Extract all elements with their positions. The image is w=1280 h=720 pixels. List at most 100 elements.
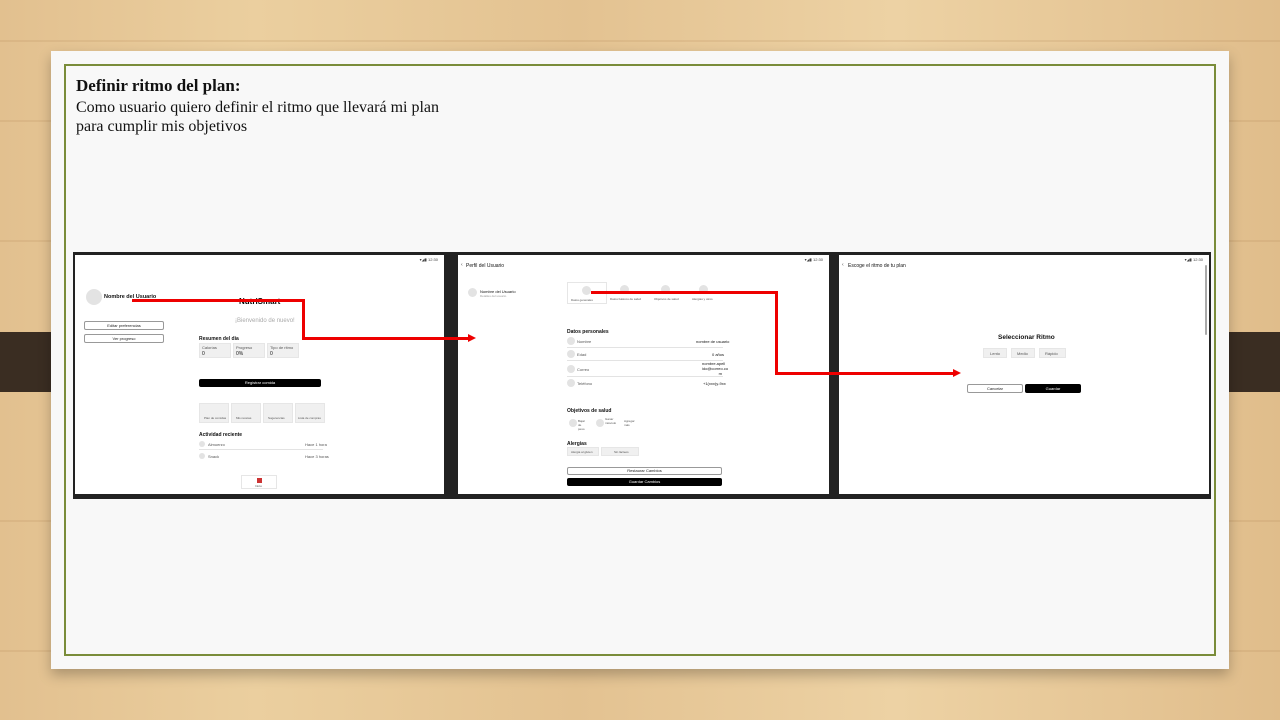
field-icon	[567, 379, 575, 387]
slide-title: Definir ritmo del plan:	[76, 76, 241, 95]
goal-option[interactable]: Agregar más	[624, 419, 636, 427]
stat-calories: Calorías 0	[199, 343, 231, 358]
quick-card[interactable]: Mis recetas	[231, 403, 261, 423]
field-label: Edad	[577, 352, 587, 357]
goal-option[interactable]: Bajar de peso	[578, 419, 588, 431]
header-title: Perfil del Usuario	[466, 263, 505, 269]
screen-home: ▾◢▮ 12:30 Nombre del Usuario NutriSmart …	[75, 255, 444, 494]
header-title: Escoge el ritmo de tu plan	[848, 263, 906, 269]
goal-icon	[596, 419, 604, 427]
flow-arrow	[302, 299, 305, 340]
select-rhythm-title: Seleccionar Ritmo	[998, 334, 1055, 341]
activity-name: Snack	[208, 454, 220, 459]
stat-value: 0%	[236, 351, 244, 357]
health-goals-title: Objetivos de salud	[567, 408, 612, 414]
activity-time: Hace 3 horas	[305, 454, 329, 459]
stat-label: Progreso	[236, 345, 253, 350]
stat-value: 0	[202, 351, 205, 357]
option-label: Medio	[1017, 351, 1028, 356]
home-icon[interactable]	[257, 478, 262, 483]
stat-value: 0	[270, 351, 273, 357]
nav-home-label: Inicio	[255, 484, 263, 488]
quick-card-label: Mis recetas	[236, 416, 252, 420]
activity-title: Actividad reciente	[199, 432, 243, 438]
flow-arrow	[775, 372, 953, 375]
scrollbar[interactable]	[1205, 265, 1207, 335]
field-value[interactable]: nombre.apell ido@correo.co m	[702, 361, 728, 376]
save-button[interactable]: Guardar	[1025, 384, 1081, 393]
flow-arrow	[775, 291, 778, 375]
goal-option[interactable]: Ganar músculo	[605, 417, 616, 425]
quick-card-label: Lista de compras	[298, 416, 321, 420]
avatar-icon	[468, 288, 477, 297]
field-label: Correo	[577, 367, 590, 372]
arrowhead-icon	[953, 369, 961, 377]
quick-card[interactable]: Sugerencias	[263, 403, 293, 423]
tab-allergies[interactable]: Alergias y otros	[692, 297, 713, 301]
view-progress-button[interactable]: Ver progreso	[84, 334, 164, 343]
status-bar: ▾◢▮ 12:30	[419, 257, 438, 262]
save-changes-button[interactable]: Guardar Cambios	[567, 478, 722, 486]
rhythm-option-fast[interactable]: Rápido	[1039, 348, 1066, 358]
rhythm-option-slow[interactable]: Lento	[983, 348, 1007, 358]
register-meal-button[interactable]: Registrar comida	[199, 379, 321, 387]
activity-time: Hace 1 hora	[305, 442, 327, 447]
field-value[interactable]: +1(xxx)y-9xx	[703, 381, 726, 386]
flow-arrow	[302, 337, 468, 340]
quick-card-label: Sugerencias	[268, 416, 285, 420]
divider	[567, 376, 723, 377]
field-value[interactable]: 0 años	[712, 352, 724, 357]
wood-texture	[0, 40, 1280, 42]
slide-description: Como usuario quiero definir el ritmo que…	[76, 99, 440, 135]
personal-data-title: Datos personales	[567, 329, 609, 335]
field-label: Nombre	[577, 339, 592, 344]
tab-goals[interactable]: Objetivos de salud	[654, 297, 679, 301]
allergy-label: Sin lácteos	[614, 450, 629, 454]
welcome-text: ¡Bienvenido de nuevo!	[235, 318, 295, 324]
field-icon	[567, 365, 575, 373]
allergy-label: Alergia al gluten	[571, 450, 593, 454]
stat-label: Calorías	[202, 345, 217, 350]
user-subtitle: Detalles del usuario	[480, 294, 507, 298]
flow-arrow	[132, 299, 304, 302]
back-arrow-icon[interactable]: ‹	[842, 262, 844, 268]
field-value[interactable]: nombre de usuario	[696, 339, 729, 344]
option-label: Lento	[990, 351, 1001, 356]
activity-icon	[199, 441, 205, 447]
field-label: Teléfono	[577, 381, 593, 386]
edit-preferences-button[interactable]: Editar preferencias	[84, 321, 164, 330]
allergy-chip[interactable]: Alergia al gluten	[567, 447, 599, 456]
status-bar: ▾◢▮ 12:30	[1184, 257, 1203, 262]
goal-icon	[569, 419, 577, 427]
tab-icon	[582, 286, 591, 295]
field-icon	[567, 337, 575, 345]
avatar-icon	[86, 289, 102, 305]
summary-title: Resumen del día	[199, 336, 239, 342]
slide: Definir ritmo del plan: Como usuario qui…	[51, 51, 1229, 669]
dark-band-right	[1220, 332, 1280, 392]
option-label: Rápido	[1045, 351, 1058, 356]
back-arrow-icon[interactable]: ‹	[461, 262, 463, 268]
quick-card[interactable]: Plan de comidas	[199, 403, 229, 423]
divider	[199, 449, 323, 450]
divider	[567, 360, 723, 361]
quick-card[interactable]: Lista de compras	[295, 403, 325, 423]
bottom-nav: Inicio	[241, 475, 277, 489]
restore-changes-button[interactable]: Restaurar Cambios	[567, 467, 722, 475]
flow-arrow	[591, 291, 777, 294]
stat-rhythm: Tipo de ritmo 0	[267, 343, 299, 358]
cancel-button[interactable]: Cancelar	[967, 384, 1023, 393]
field-icon	[567, 350, 575, 358]
rhythm-option-medium[interactable]: Medio	[1011, 348, 1035, 358]
allergy-chip[interactable]: Sin lácteos	[601, 447, 639, 456]
quick-card-label: Plan de comidas	[204, 416, 227, 420]
screens-strip: ▾◢▮ 12:30 Nombre del Usuario NutriSmart …	[73, 252, 1211, 499]
tab-health[interactable]: Datos básicos de salud	[610, 297, 641, 301]
status-bar: ▾◢▮ 12:30	[804, 257, 823, 262]
divider	[567, 347, 723, 348]
tab-label: Datos generales	[571, 298, 593, 302]
activity-icon	[199, 453, 205, 459]
stat-label: Tipo de ritmo	[270, 345, 294, 350]
activity-name: Almuerzo	[208, 442, 225, 447]
arrowhead-icon	[468, 334, 476, 342]
